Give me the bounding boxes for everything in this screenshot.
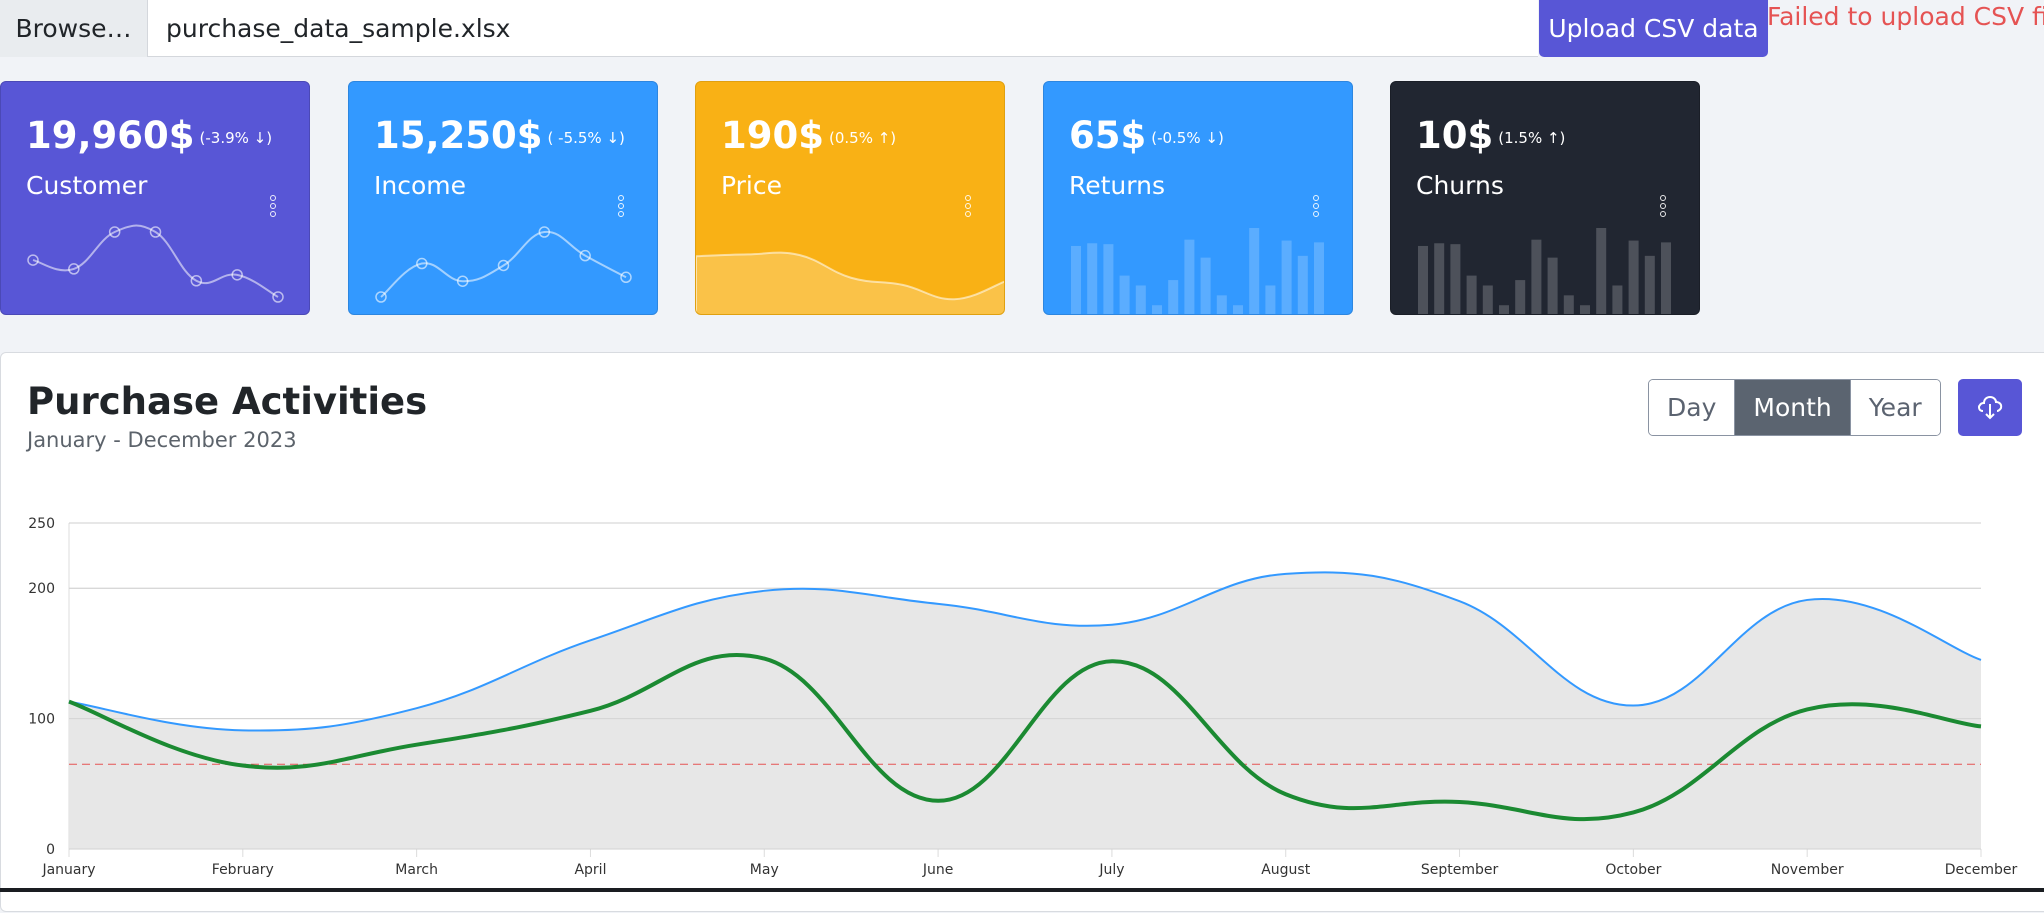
card-value: 19,960$ (-3.9% ↓) (26, 114, 273, 157)
card-subtitle: January - December 2023 (27, 428, 297, 452)
churns-sparkline-bar (1531, 239, 1542, 314)
churns-sparkline-bar (1499, 305, 1509, 314)
upload-bar: Browse… purchase_data_sample.xlsx Upload… (0, 0, 2044, 57)
churns-sparkline-bar (1450, 244, 1461, 314)
period-month-button[interactable]: Month (1734, 380, 1850, 435)
card-value: 15,250$( -5.5% ↓) (374, 114, 625, 157)
returns-sparkline-bar (1071, 245, 1081, 314)
x-tick-label: July (1098, 862, 1124, 878)
stat-card-customer: 19,960$ (-3.9% ↓) Customer (0, 81, 310, 315)
returns-sparkline-bar (1200, 257, 1211, 314)
purchase-activities-card: Purchase Activities January - December 2… (0, 352, 2044, 912)
returns-sparkline-bar (1216, 295, 1227, 314)
returns-sparkline-bar (1297, 255, 1308, 314)
returns-sparkline-bar (1119, 275, 1130, 314)
churns-sparkline-bar (1580, 305, 1590, 314)
churns-sparkline-bar (1596, 228, 1607, 314)
period-year-button[interactable]: Year (1849, 380, 1940, 435)
x-tick-label: October (1605, 862, 1661, 878)
series-area (69, 572, 1981, 849)
x-tick-label: January (41, 862, 95, 878)
churns-sparkline-bar (1434, 243, 1445, 314)
download-button[interactable] (1958, 379, 2022, 436)
more-options-icon[interactable] (1313, 195, 1319, 219)
returns-sparkline-bar (1314, 242, 1324, 314)
stat-card-churns: 10$ (1.5% ↑) Churns (1390, 81, 1700, 315)
card-label: Churns (1416, 171, 1504, 200)
returns-sparkline-bar (1281, 240, 1292, 314)
period-day-button[interactable]: Day (1649, 380, 1735, 435)
returns-sparkline-bar (1168, 280, 1179, 314)
x-tick-label: August (1261, 862, 1311, 878)
price-sparkline-area (696, 251, 1004, 314)
income-sparkline-point (375, 291, 387, 303)
x-tick-label: May (750, 862, 779, 878)
churns-sparkline-bar (1628, 240, 1639, 314)
churns-sparkline-bar (1466, 275, 1477, 314)
returns-sparkline-bar (1233, 305, 1243, 314)
card-delta: (0.5% ↑) (828, 128, 897, 147)
returns-sparkline-bar (1087, 243, 1098, 314)
more-options-icon[interactable] (270, 195, 276, 219)
y-tick-label: 100 (28, 712, 55, 728)
selected-file-name: purchase_data_sample.xlsx (166, 14, 511, 43)
window-bottom-edge (0, 888, 2044, 892)
y-tick-label: 0 (46, 842, 55, 858)
browse-button[interactable]: Browse… (0, 0, 148, 57)
x-tick-label: December (1945, 862, 2018, 878)
y-tick-label: 200 (28, 581, 55, 597)
x-tick-label: February (212, 862, 274, 878)
period-toggle: Day Month Year (1648, 379, 1941, 436)
x-tick-label: September (1421, 862, 1499, 878)
card-value: 65$ (-0.5% ↓) (1069, 114, 1224, 157)
y-tick-label: 250 (28, 516, 55, 532)
x-tick-label: November (1771, 862, 1844, 878)
churns-sparkline-bar (1482, 285, 1493, 314)
stat-card-returns: 65$ (-0.5% ↓) Returns (1043, 81, 1353, 315)
churns-sparkline-bar (1644, 255, 1655, 314)
card-label: Returns (1069, 171, 1165, 200)
card-label: Price (721, 171, 782, 200)
file-input[interactable]: Browse… purchase_data_sample.xlsx (0, 0, 1538, 57)
returns-sparkline-bar (1103, 244, 1114, 314)
stat-card-income: 15,250$( -5.5% ↓) Income (348, 81, 658, 315)
card-delta: (-3.9% ↓) (199, 128, 273, 147)
returns-sparkline-bar (1249, 228, 1260, 314)
x-tick-label: June (922, 862, 954, 878)
stat-card-price: 190$ (0.5% ↑) Price (695, 81, 1005, 315)
income-sparkline-point (620, 271, 632, 284)
churns-sparkline-bar (1418, 245, 1428, 314)
more-options-icon[interactable] (965, 195, 971, 219)
card-delta: ( -5.5% ↓) (547, 128, 625, 147)
upload-csv-button[interactable]: Upload CSV data (1539, 0, 1768, 57)
x-tick-label: March (395, 862, 438, 878)
returns-sparkline-bar (1152, 305, 1162, 314)
card-delta: (1.5% ↑) (1498, 128, 1566, 147)
upload-error-message: Failed to upload CSV file. (1767, 2, 2044, 31)
returns-sparkline-bar (1184, 239, 1195, 314)
card-value: 10$ (1.5% ↑) (1416, 114, 1566, 157)
x-tick-label: April (574, 862, 606, 878)
purchase-activities-chart: 0 100 200 250 January February March April May Ju… (28, 516, 2018, 878)
churns-sparkline-bar (1515, 280, 1526, 314)
income-sparkline-line (380, 230, 627, 298)
cloud-download-icon (1978, 395, 2003, 420)
returns-sparkline-bar (1265, 285, 1276, 314)
churns-sparkline-bar (1547, 257, 1558, 314)
more-options-icon[interactable] (618, 195, 624, 219)
churns-sparkline-bar (1661, 242, 1671, 314)
card-delta: (-0.5% ↓) (1151, 128, 1224, 147)
churns-sparkline-bar (1612, 285, 1623, 314)
returns-sparkline-bar (1135, 285, 1146, 314)
card-value: 190$ (0.5% ↑) (721, 114, 897, 157)
churns-sparkline-bar (1563, 295, 1574, 314)
card-label: Income (374, 171, 466, 200)
more-options-icon[interactable] (1660, 195, 1666, 219)
card-label: Customer (26, 171, 148, 200)
card-title: Purchase Activities (27, 380, 428, 423)
